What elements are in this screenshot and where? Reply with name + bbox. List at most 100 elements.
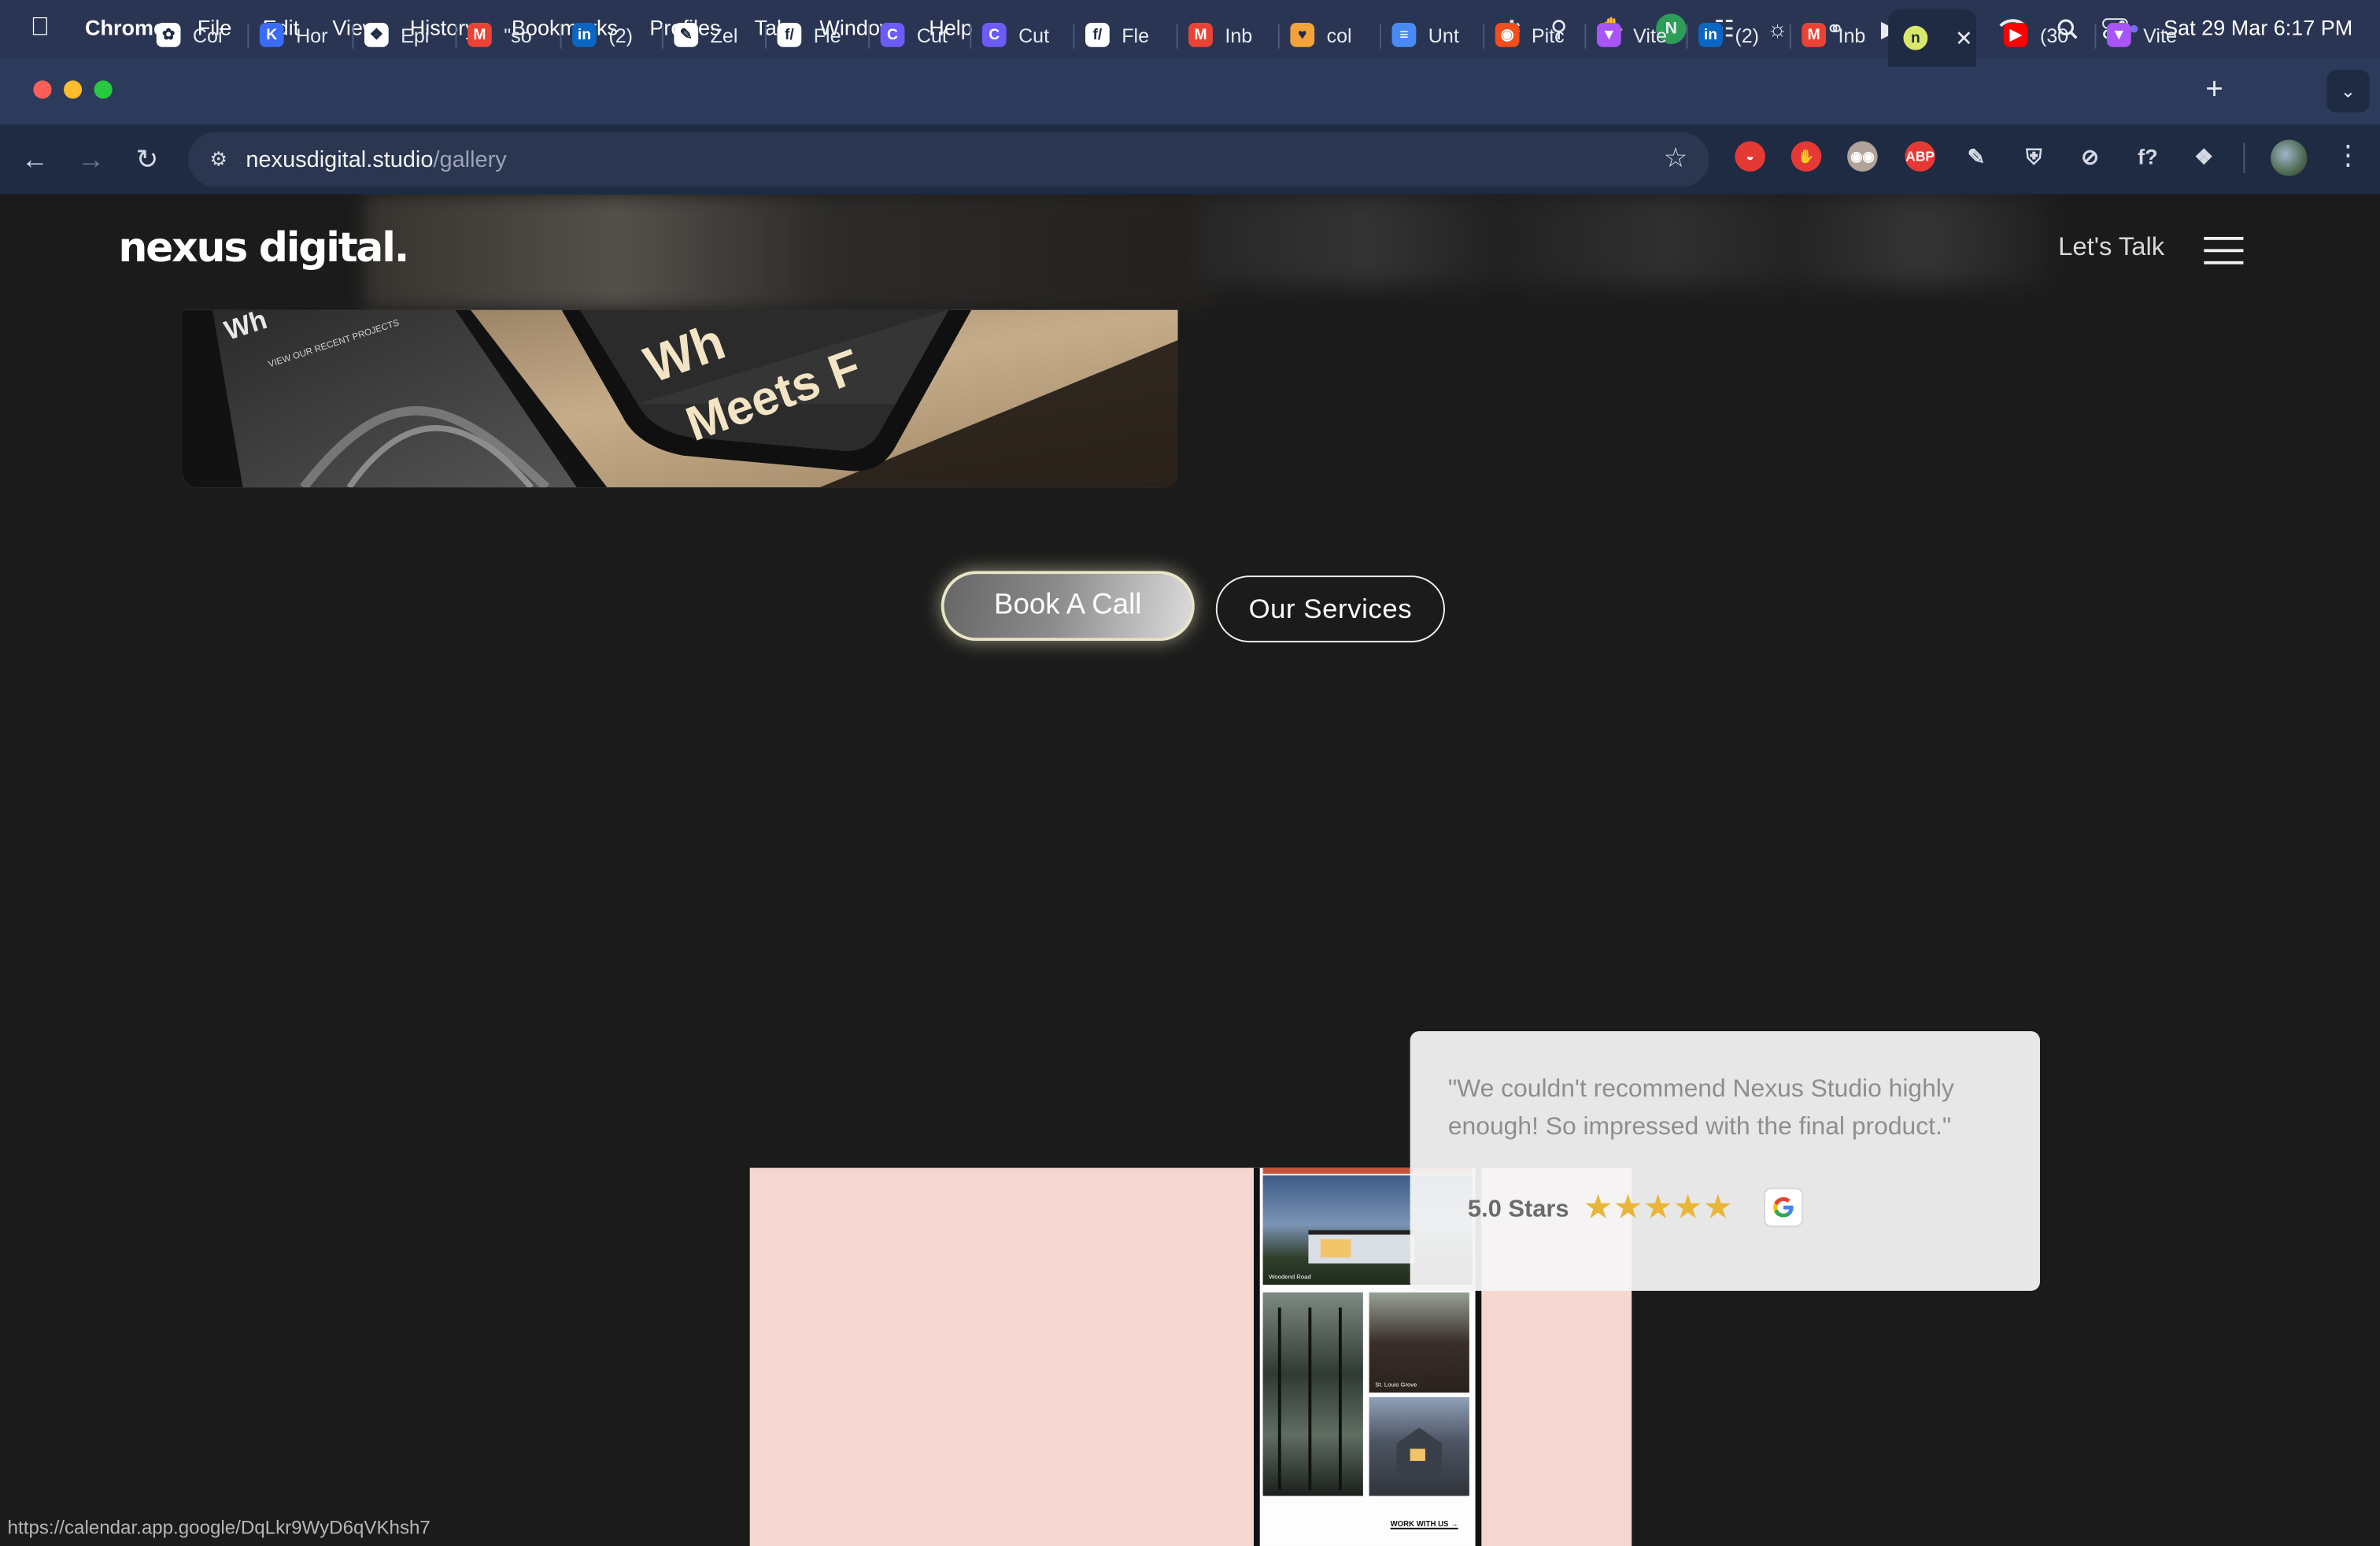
screen:  Chrome File Edit View History Bookmark… [0, 0, 2380, 1546]
linkedin-icon: in [572, 22, 597, 47]
browser-tab[interactable]: ♥ col [1290, 12, 1375, 57]
lets-talk-link[interactable]: Let's Talk [2058, 232, 2164, 263]
tab-separator [1176, 24, 1178, 49]
house-photo-3[interactable] [1369, 1292, 1469, 1393]
book-call-button[interactable]: Book A Call [941, 571, 1195, 642]
browser-tab[interactable]: in (2) [572, 12, 657, 57]
browser-tab[interactable]: M Inb [1188, 12, 1273, 57]
pokeball-icon[interactable]: ◒ [1735, 141, 1765, 172]
tab-separator [560, 24, 562, 49]
eyes-icon[interactable]: ◉◉ [1847, 141, 1878, 172]
browser-tab[interactable]: M "so [467, 12, 552, 57]
tab-separator [970, 24, 972, 49]
review-quote: "We couldn't recommend Nexus Studio high… [1447, 1074, 1954, 1141]
house-photo-2[interactable] [1262, 1292, 1363, 1496]
tab-label: (30 [2039, 23, 2069, 46]
work-with-us-link[interactable]: WORK WITH US → [1391, 1520, 1458, 1529]
tab-separator [352, 24, 354, 49]
close-window-button[interactable] [33, 80, 52, 99]
chatgpt-icon: ✿ [156, 22, 181, 47]
browser-tab[interactable]: ▶ (30 [2003, 12, 2089, 57]
header-blur-backdrop [364, 194, 1214, 310]
forward-button[interactable]: → [73, 141, 109, 177]
tab-label: Zel [710, 23, 738, 46]
our-services-button[interactable]: Our Services [1215, 575, 1445, 643]
linkedin-icon: in [1698, 22, 1723, 47]
apple-icon[interactable]:  [31, 12, 50, 43]
browser-tab[interactable]: K Hor [259, 12, 345, 57]
browser-tab[interactable]: C Cut [880, 12, 966, 57]
menubar-clock[interactable]: Sat 29 Mar 6:17 PM [2164, 15, 2352, 39]
browser-tab[interactable]: f/Fle [1085, 12, 1170, 57]
star-icon: ★ [1643, 1187, 1673, 1226]
docs-icon: ≡ [1391, 22, 1417, 47]
url-text[interactable]: nexusdigital.studio/gallery [246, 147, 506, 173]
hand-icon[interactable]: ✋ [1791, 141, 1822, 172]
tab-label: Coi [192, 23, 223, 46]
profile-avatar[interactable] [2271, 139, 2308, 176]
house-label-1: Woodend Road [1269, 1272, 1311, 1281]
tab-label: Vite [2143, 23, 2177, 46]
compass-icon[interactable]: ⊘ [2075, 141, 2105, 172]
gmail-icon: M [1802, 22, 1827, 47]
browser-tab[interactable]: ✿ Coi [156, 12, 242, 57]
reload-button[interactable]: ↻ [129, 141, 165, 177]
adblock-icon[interactable]: ABP [1905, 141, 1935, 172]
tab-separator [2094, 24, 2097, 49]
tab-label: Inb [1838, 23, 1866, 46]
browser-tab[interactable]: ✎ Zel [674, 12, 759, 57]
browser-tab[interactable]: ◉ Pitc [1495, 12, 1580, 57]
review-rating: 5.0 Stars [1467, 1196, 1569, 1223]
tab-search-button[interactable]: ⌄ [2326, 69, 2370, 113]
browser-tab[interactable]: M Inb [1802, 12, 1887, 57]
puzzle-icon[interactable]: ❖ [2188, 141, 2219, 172]
browser-tab[interactable]: ▼ Vite [1596, 12, 1682, 57]
minimize-window-button[interactable] [63, 80, 83, 99]
tab-label: Hor [296, 23, 328, 46]
close-tab-icon[interactable]: ✕ [1955, 25, 1973, 51]
tab-separator [1277, 24, 1280, 49]
nexus-icon: n [1903, 25, 1928, 50]
shield-icon[interactable]: ⛨ [2018, 141, 2049, 172]
site-logo[interactable]: nexus digital. [118, 225, 409, 272]
browser-tab-strip [0, 57, 2380, 125]
tab-separator [1073, 24, 1075, 49]
tab-label: Fle [813, 23, 841, 46]
browser-tab[interactable]: f/Fle [777, 12, 862, 57]
web-page: nexus digital. Let's Talk Wh Wh Meets F … [0, 194, 2380, 1546]
heart-icon: ♥ [1290, 22, 1315, 47]
chrome-menu-icon[interactable]: ⋮ [2334, 139, 2362, 172]
font-icon[interactable]: f? [2132, 141, 2164, 172]
browser-tab[interactable]: ❖ Epi [364, 12, 449, 57]
menu-app-chrome[interactable]: Chrome [85, 15, 165, 39]
tab-separator [1789, 24, 1791, 49]
picker-icon[interactable]: ✎ [1961, 141, 1992, 172]
browser-tab[interactable]: ≡ Unt [1391, 12, 1476, 57]
browser-tab[interactable]: C Cut [981, 12, 1067, 57]
vite-icon: ▼ [1596, 22, 1621, 47]
c-icon: C [880, 22, 905, 47]
browser-tab[interactable]: n ✕ [1888, 9, 1976, 67]
tab-label: (2) [1735, 23, 1760, 46]
new-tab-button[interactable]: + [2205, 73, 2223, 108]
tab-label: Inb [1225, 23, 1253, 46]
site-info-icon[interactable]: ⚙ [205, 146, 232, 173]
vite-icon: ▼ [2106, 22, 2131, 47]
zoom-window-button[interactable] [94, 80, 113, 99]
tab-label: Cut [916, 23, 948, 46]
back-button[interactable]: ← [17, 141, 53, 177]
tab-label: (2) [608, 23, 634, 46]
pencil-icon: ✎ [674, 22, 699, 47]
browser-tab[interactable]: ▼ Vite [2106, 12, 2192, 57]
google-icon [1763, 1187, 1804, 1227]
star-icon: ★ [1702, 1187, 1733, 1226]
tab-separator [661, 24, 663, 49]
hero-device-image: Wh Wh Meets F VIEW OUR RECENT PROJECTS [182, 309, 1178, 488]
tab-separator [868, 24, 870, 49]
house-photo-4[interactable] [1369, 1396, 1469, 1496]
hamburger-menu-icon[interactable] [2204, 236, 2244, 268]
tab-label: col [1326, 23, 1352, 46]
browser-tab[interactable]: in (2) [1698, 12, 1783, 57]
address-bar[interactable]: ⚙ nexusdigital.studio/gallery ☆ [188, 131, 1709, 187]
bookmark-star-icon[interactable]: ☆ [1663, 142, 1687, 175]
